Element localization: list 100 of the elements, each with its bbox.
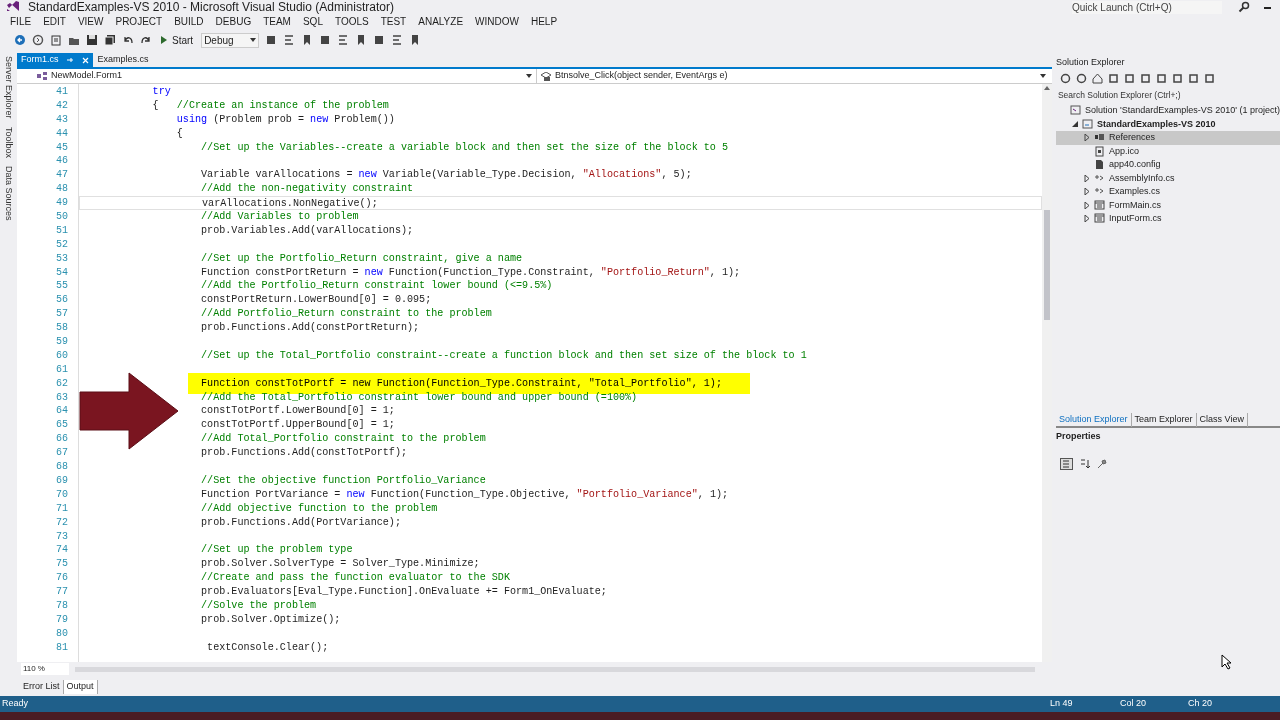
menu-item[interactable]: VIEW	[71, 14, 110, 30]
zoom-level[interactable]: 110 %	[20, 663, 69, 675]
line-number: 77	[54, 585, 69, 599]
menu-item[interactable]: PROJECT	[109, 14, 169, 30]
line-number: 68	[54, 460, 69, 474]
line-number: 75	[54, 557, 69, 572]
file-icon	[1093, 145, 1105, 157]
line-number: 65	[54, 418, 69, 433]
line-number: 45	[54, 140, 69, 155]
code-line: //Add the Total_Portfolio constraint lower bound and upper bound (=100%)	[201, 391, 638, 403]
menu-item[interactable]: TOOLS	[328, 14, 375, 30]
side-tab[interactable]: Data Sources	[1, 165, 16, 221]
line-number: 73	[54, 529, 69, 544]
class-icon	[36, 72, 47, 80]
line-number: 60	[54, 348, 69, 363]
line-number: 46	[54, 154, 69, 169]
menu-item[interactable]: EDIT	[37, 14, 72, 30]
code-line: {	[176, 127, 183, 139]
tree-item[interactable]: AssemblyInfo.cs	[1055, 171, 1280, 185]
wrench-icon[interactable]	[1096, 459, 1107, 469]
side-tab[interactable]: Server Explorer	[1, 56, 16, 119]
code-line: using (Problem prob = new Problem())	[176, 113, 395, 125]
close-icon[interactable]	[82, 56, 90, 64]
tree-item[interactable]: Examples.cs	[1055, 185, 1280, 199]
document-tab[interactable]: Form1.cs	[16, 53, 94, 67]
quick-launch-field[interactable]: Quick Launch (Ctrl+Q)	[1072, 0, 1222, 14]
document-tab[interactable]: Examples.cs	[93, 53, 153, 67]
menu-item[interactable]: HELP	[524, 14, 564, 30]
tree-item[interactable]: Solution 'StandardExamples-VS 2010' (1 project)	[1055, 104, 1280, 118]
collapsed-icon[interactable]	[1083, 174, 1090, 182]
search-icon[interactable]	[1238, 1, 1250, 13]
save-all-icon[interactable]	[104, 34, 116, 46]
tree-item[interactable]: App.ico	[1055, 144, 1280, 158]
code-line: textConsole.Clear();	[207, 641, 329, 653]
menu-item[interactable]: TEAM	[257, 14, 297, 30]
line-number: 50	[54, 210, 69, 224]
line-number: 43	[54, 112, 69, 127]
line-number: 70	[54, 487, 69, 502]
home-icon[interactable]	[1091, 72, 1103, 84]
search-field[interactable]: Search Solution Explorer (Ctrl+;)	[1055, 87, 1256, 102]
status-line: Ln 49	[1050, 697, 1074, 711]
code-line: Variable varAllocations = new Variable(Variable_Type.Decision, "Allocations", 5);	[201, 169, 692, 181]
line-number: 41	[54, 85, 69, 99]
collapsed-icon[interactable]	[1083, 201, 1090, 209]
sort-icon[interactable]	[1078, 458, 1091, 470]
menu-item[interactable]: TEST	[374, 14, 413, 30]
start-button[interactable]: Start	[158, 32, 196, 48]
tree-item[interactable]: FormMain.cs	[1055, 198, 1280, 212]
panel-tab[interactable]: Error List	[20, 680, 64, 694]
save-icon[interactable]	[86, 34, 98, 46]
line-number: 47	[54, 168, 69, 183]
code-line: //Set up the Total_Portfolio constraint--create a function block and then set size of the block to 1	[201, 349, 807, 361]
line-number: 81	[54, 640, 69, 655]
class-dropdown[interactable]: NewModel.Form1	[16, 69, 537, 83]
new-project-icon[interactable]	[50, 34, 62, 46]
code-line: //Create and pass the function evaluator to the SDK	[201, 572, 510, 584]
line-number: 74	[54, 543, 69, 558]
scroll-up-icon[interactable]	[1043, 86, 1050, 90]
panel-tab[interactable]: Class View	[1196, 413, 1248, 427]
panel-tab[interactable]: Solution Explorer	[1055, 413, 1132, 427]
line-number: 56	[54, 293, 69, 308]
window-title: StandardExamples-VS 2010 - Microsoft Visual Studio (Administrator)	[28, 0, 394, 14]
menu-item[interactable]: ANALYZE	[412, 14, 470, 30]
tree-item[interactable]: References	[1055, 131, 1280, 145]
categorized-icon[interactable]	[1059, 458, 1073, 470]
code-line: prob.Solver.SolverType = Solver_Type.Minimize;	[201, 558, 480, 570]
redo-icon[interactable]	[140, 34, 152, 46]
scroll-thumb[interactable]	[1043, 210, 1050, 320]
menu-item[interactable]: SQL	[296, 14, 329, 30]
line-number: 72	[54, 515, 69, 530]
tree-item[interactable]: app40.config	[1055, 158, 1280, 172]
collapsed-icon[interactable]	[1083, 188, 1090, 196]
code-line: //Set up the Variables--create a variable block and then set the size of the block to 5	[201, 141, 729, 153]
expanded-icon[interactable]	[1071, 121, 1078, 128]
code-line: //Add Variables to problem	[201, 211, 359, 222]
form-icon	[1093, 199, 1105, 211]
undo-icon[interactable]	[122, 34, 134, 46]
menu-item[interactable]: FILE	[4, 14, 38, 30]
code-line: //Set the objective function Portfolio_Variance	[201, 474, 486, 486]
collapsed-icon[interactable]	[1083, 134, 1090, 142]
menu-item[interactable]: WINDOW	[469, 14, 525, 30]
class-name: NewModel.Form1	[50, 69, 123, 83]
side-tab[interactable]: Toolbox	[1, 126, 16, 158]
caret-icon	[250, 38, 257, 42]
line-number: 49	[54, 196, 69, 210]
menu-item[interactable]: DEBUG	[209, 14, 258, 30]
panel-tab[interactable]: Output	[63, 680, 98, 694]
code-line: { //Create an instance of the problem	[152, 99, 389, 111]
member-dropdown[interactable]: Btnsolve_Click(object sender, EventArgs e)	[536, 69, 1052, 83]
tree-item[interactable]: InputForm.cs	[1055, 212, 1280, 226]
member-name: Btnsolve_Click(object sender, EventArgs e)	[554, 69, 729, 83]
code-line: //Add Portfolio_Return constraint to the problem	[201, 308, 492, 320]
solution-icon	[1069, 105, 1081, 117]
line-number: 51	[54, 223, 69, 238]
collapsed-icon[interactable]	[1083, 215, 1090, 223]
panel-tab[interactable]: Team Explorer	[1131, 413, 1197, 427]
configuration-dropdown[interactable]: Debug	[201, 32, 260, 48]
cursor-icon	[1220, 654, 1233, 670]
tree-item[interactable]: StandardExamples-VS 2010	[1055, 117, 1280, 131]
menu-item[interactable]: BUILD	[168, 14, 210, 30]
